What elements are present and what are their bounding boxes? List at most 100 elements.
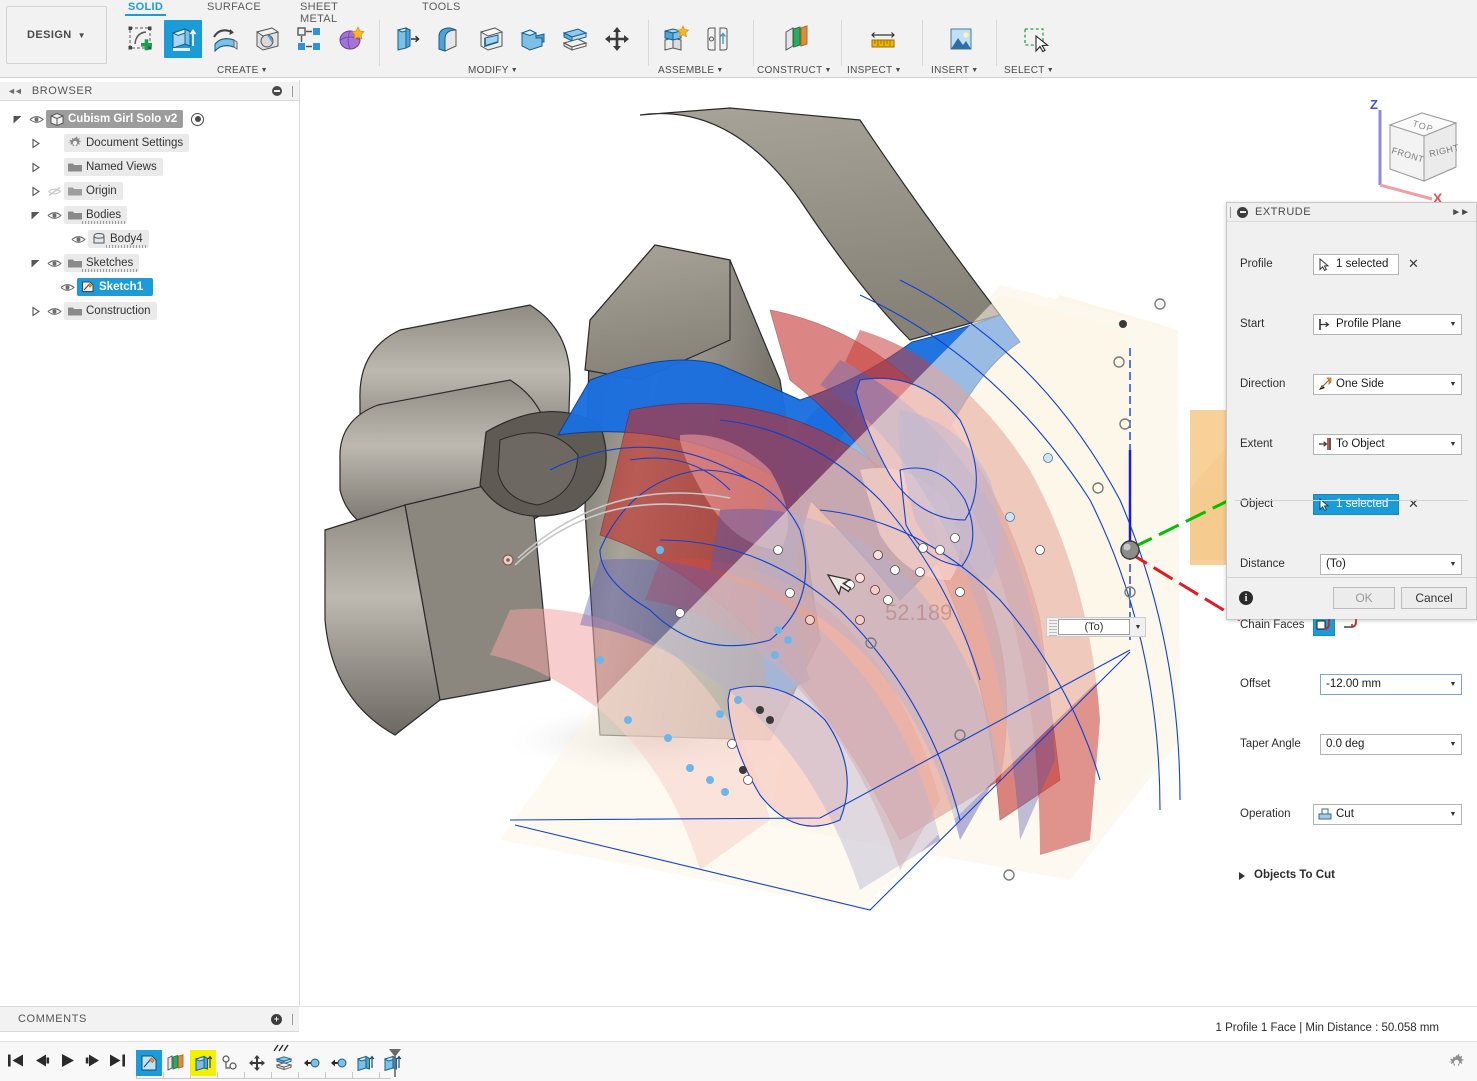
joint-icon[interactable] (699, 20, 737, 58)
dialog-grip[interactable] (1230, 206, 1231, 218)
measure-icon[interactable] (864, 20, 902, 58)
expand-arrow-open-icon[interactable] (12, 114, 26, 125)
tree-item-cubism-girl-solo[interactable]: Cubism Girl Solo v2 (46, 110, 184, 128)
design-workspace-button[interactable]: DESIGN ▼ (6, 6, 107, 64)
visibility-eye-icon[interactable] (44, 210, 64, 221)
cancel-button[interactable]: Cancel (1401, 587, 1467, 609)
chevron-down-icon[interactable]: ▼ (1131, 624, 1145, 631)
ribbon-group-label-create[interactable]: CREATE ▼ (217, 65, 268, 76)
tree-item-sketch1[interactable]: Sketch1 (77, 278, 154, 296)
gear-icon[interactable] (1448, 1054, 1465, 1071)
extent-dropdown[interactable]: To Object ▼ (1313, 433, 1462, 455)
timeline-feature-revolve-1[interactable] (298, 1050, 324, 1076)
ribbon-group-label-construct[interactable]: CONSTRUCT ▼ (757, 65, 832, 76)
distance-field[interactable]: (To) ▼ (1320, 553, 1462, 575)
timeline-feature-offset[interactable] (271, 1050, 297, 1076)
extrude-dialog-header[interactable]: EXTRUDE ►► (1227, 203, 1476, 222)
chevron-down-icon[interactable]: ▼ (1445, 735, 1461, 754)
construct-plane-icon[interactable] (778, 20, 816, 58)
sweep-icon[interactable] (248, 20, 286, 58)
floating-input-value[interactable]: (To) (1058, 619, 1130, 635)
move-copy-icon[interactable] (598, 20, 636, 58)
start-dropdown[interactable]: Profile Plane ▼ (1313, 313, 1462, 335)
tree-row-root[interactable]: Cubism Girl Solo v2 (0, 107, 299, 131)
row-objects-to-cut[interactable]: Objects To Cut (1227, 860, 1476, 890)
visibility-eye-icon[interactable] (44, 306, 64, 317)
timeline-feature-extrude-current[interactable] (190, 1050, 216, 1076)
operation-dropdown[interactable]: Cut ▼ (1313, 803, 1462, 825)
timeline-feature-construct-plane[interactable] (163, 1050, 189, 1076)
combine-icon[interactable] (514, 20, 552, 58)
expand-arrow-closed-icon[interactable] (30, 137, 44, 149)
tree-row-sketch1[interactable]: Sketch1 (0, 275, 299, 299)
tree-row-document-settings[interactable]: Document Settings (0, 131, 299, 155)
offset-field[interactable]: -12.00 mm ▼ (1320, 673, 1462, 695)
chevron-down-icon[interactable]: ▼ (1445, 675, 1461, 694)
press-pull-icon[interactable] (388, 20, 426, 58)
offset-face-icon[interactable] (556, 20, 594, 58)
expand-arrow-open-icon[interactable] (30, 258, 44, 269)
form-icon[interactable] (332, 20, 370, 58)
visibility-eye-icon[interactable] (26, 114, 46, 125)
tree-row-origin[interactable]: Origin (0, 179, 299, 203)
insert-image-icon[interactable] (942, 20, 980, 58)
chevron-down-icon[interactable]: ▼ (1445, 805, 1461, 824)
tree-row-body4[interactable]: Body4 (0, 227, 299, 251)
shell-icon[interactable] (472, 20, 510, 58)
go-to-start-icon[interactable] (6, 1052, 25, 1069)
tree-item-document-settings[interactable]: Document Settings (64, 134, 190, 152)
ribbon-group-label-select[interactable]: SELECT ▼ (1004, 65, 1054, 76)
ribbon-group-label-modify[interactable]: MODIFY ▼ (468, 65, 518, 76)
tree-item-origin[interactable]: Origin (64, 182, 123, 200)
object-selection-field[interactable]: 1 selected (1313, 493, 1399, 515)
collapse-left-icon[interactable]: ◄◄ (7, 86, 23, 96)
play-icon[interactable] (58, 1052, 77, 1069)
tree-item-sketches[interactable]: Sketches (64, 254, 140, 272)
panel-grip[interactable] (292, 85, 293, 97)
timeline-feature-sketch[interactable] (136, 1050, 162, 1076)
select-icon[interactable] (1016, 20, 1054, 58)
pattern-icon[interactable] (290, 20, 328, 58)
chevron-down-icon[interactable]: ▼ (1445, 555, 1461, 574)
tab-tools[interactable]: TOOLS (419, 1, 464, 13)
step-forward-icon[interactable] (84, 1052, 103, 1069)
ribbon-group-label-inspect[interactable]: INSPECT ▼ (847, 65, 902, 76)
chevron-down-icon[interactable]: ▼ (1445, 435, 1461, 454)
timeline-feature-move[interactable] (244, 1050, 270, 1076)
tree-item-construction[interactable]: Construction (64, 302, 157, 320)
direction-dropdown[interactable]: One Side ▼ (1313, 373, 1462, 395)
expand-arrow-closed-icon[interactable] (1239, 872, 1245, 880)
tab-surface[interactable]: SURFACE (204, 1, 264, 13)
minimize-icon[interactable] (1237, 206, 1248, 218)
chevron-down-icon[interactable]: ▼ (1445, 315, 1461, 334)
visibility-eye-off-icon[interactable] (44, 186, 64, 197)
tree-row-sketches[interactable]: Sketches (0, 251, 299, 275)
step-back-icon[interactable] (32, 1052, 51, 1069)
panel-grip[interactable] (292, 1013, 293, 1025)
expand-arrow-closed-icon[interactable] (30, 161, 44, 173)
info-icon[interactable]: i (1239, 591, 1253, 605)
profile-selection-field[interactable]: 1 selected (1313, 253, 1399, 275)
fillet-icon[interactable] (430, 20, 468, 58)
timeline-feature-revolve-2[interactable] (325, 1050, 351, 1076)
chevron-down-icon[interactable]: ▼ (1445, 375, 1461, 394)
tree-item-body4[interactable]: Body4 (88, 230, 149, 248)
ribbon-group-label-assemble[interactable]: ASSEMBLE ▼ (658, 65, 724, 76)
ok-button[interactable]: OK (1333, 587, 1395, 609)
clear-object-icon[interactable]: ✕ (1408, 496, 1419, 512)
tree-item-named-views[interactable]: Named Views (64, 158, 163, 176)
visibility-eye-icon[interactable] (68, 234, 88, 245)
revolve-icon[interactable] (206, 20, 244, 58)
timeline-feature-extrude-1[interactable] (352, 1050, 378, 1076)
taper-angle-field[interactable]: 0.0 deg ▼ (1320, 733, 1462, 755)
create-sketch-icon[interactable] (122, 20, 160, 58)
ribbon-group-label-insert[interactable]: INSERT ▼ (931, 65, 979, 76)
visibility-eye-icon[interactable] (44, 258, 64, 269)
view-cube[interactable]: Z X TOP FRONT RIGHT (1360, 95, 1477, 205)
expand-arrow-closed-icon[interactable] (30, 185, 44, 197)
extrude-icon[interactable] (164, 20, 202, 58)
expand-arrow-closed-icon[interactable] (30, 305, 44, 317)
clear-profile-icon[interactable]: ✕ (1408, 256, 1419, 272)
new-component-icon[interactable] (657, 20, 695, 58)
tab-solid[interactable]: SOLID (125, 1, 167, 16)
